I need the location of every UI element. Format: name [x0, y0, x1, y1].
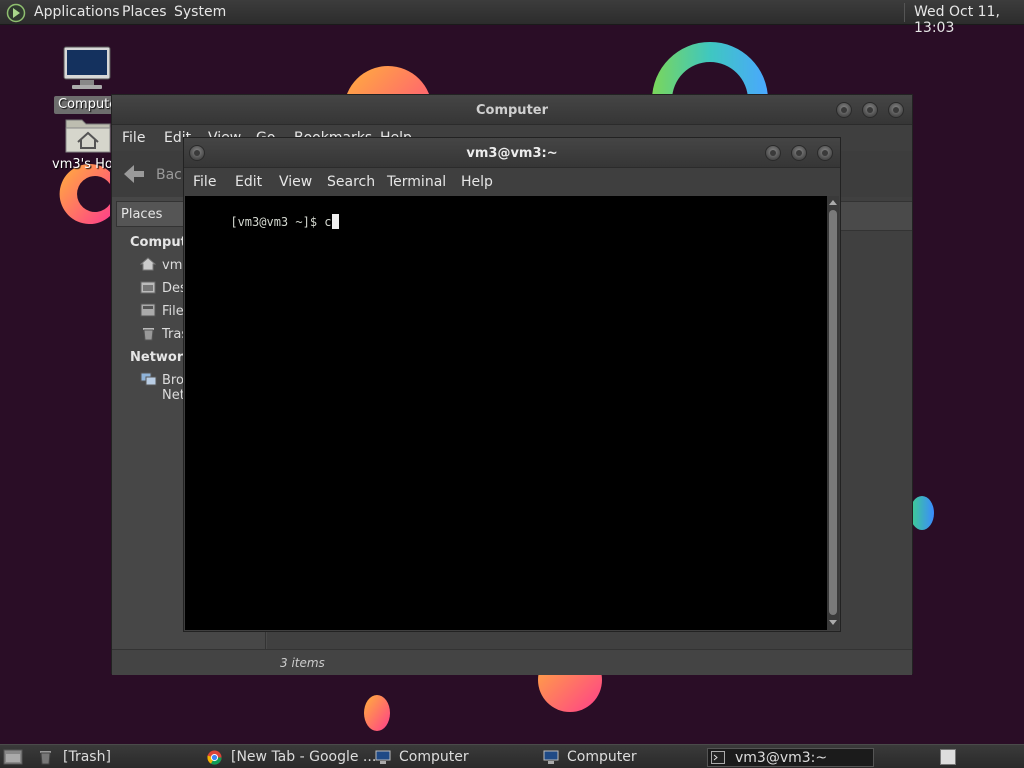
- terminal-line: [vm3@vm3 ~]$ c: [187, 200, 339, 243]
- minimize-button[interactable]: [836, 102, 852, 118]
- taskbar-item-computer-2-label: Computer: [567, 749, 637, 765]
- taskbar-item-trash[interactable]: [Trash]: [36, 748, 196, 767]
- chrome-icon: [207, 750, 222, 765]
- term-menu-terminal[interactable]: Terminal: [387, 174, 446, 190]
- term-menu-edit[interactable]: Edit: [235, 174, 262, 190]
- maximize-button[interactable]: [862, 102, 878, 118]
- terminal-prompt: [vm3@vm3 ~]$: [230, 215, 325, 229]
- taskbar-item-chrome-label: [New Tab - Google ...: [231, 749, 377, 765]
- terminal-menubar: File Edit View Search Terminal Help: [184, 169, 840, 195]
- distro-logo-icon[interactable]: [6, 3, 26, 23]
- taskbar-item-computer-2[interactable]: Computer: [540, 748, 700, 767]
- terminal-title: vm3@vm3:~: [466, 146, 558, 161]
- trash-icon: [40, 751, 51, 765]
- taskbar-item-terminal-label: vm3@vm3:~: [735, 750, 828, 766]
- computer-icon[interactable]: [62, 46, 112, 92]
- close-button[interactable]: [888, 102, 904, 118]
- terminal-screen[interactable]: [vm3@vm3 ~]$ c: [185, 196, 827, 630]
- menu-applications[interactable]: Applications: [34, 4, 120, 20]
- terminal-minimize-button[interactable]: [765, 145, 781, 161]
- desktop-folder-icon: [140, 281, 156, 294]
- terminal-icon: [711, 751, 725, 764]
- workspace-switcher[interactable]: [940, 749, 956, 765]
- fm-statusbar: 3 items: [112, 649, 912, 675]
- back-arrow-icon[interactable]: [122, 163, 146, 185]
- network-icon: [140, 372, 157, 386]
- fm-menu-file[interactable]: File: [122, 130, 145, 146]
- terminal-input-text: c: [324, 215, 332, 229]
- taskbar: [Trash] [New Tab - Google ... Computer C…: [0, 744, 1024, 768]
- file-manager-titlebar[interactable]: Computer: [112, 95, 912, 125]
- computer-icon: [543, 750, 559, 764]
- menu-system[interactable]: System: [174, 4, 226, 20]
- scrollbar-thumb[interactable]: [829, 210, 837, 615]
- term-menu-search[interactable]: Search: [327, 174, 375, 190]
- terminal-close-button[interactable]: [817, 145, 833, 161]
- taskbar-item-computer-1-label: Computer: [399, 749, 469, 765]
- menu-places[interactable]: Places: [122, 4, 167, 20]
- home-folder-icon[interactable]: [64, 112, 112, 154]
- fm-status-text: 3 items: [280, 656, 325, 670]
- terminal-maximize-button[interactable]: [791, 145, 807, 161]
- taskbar-item-trash-label: [Trash]: [63, 749, 111, 765]
- taskbar-item-computer-1[interactable]: Computer: [372, 748, 532, 767]
- file-manager-title: Computer: [475, 103, 549, 118]
- terminal-cursor: [331, 214, 339, 229]
- places-dropdown-label: Places: [121, 207, 163, 222]
- scroll-down-arrow[interactable]: [829, 620, 837, 625]
- show-desktop-icon[interactable]: [3, 748, 23, 766]
- term-menu-view[interactable]: View: [279, 174, 312, 190]
- home-icon: [140, 257, 156, 271]
- clock[interactable]: Wed Oct 11, 13:03: [914, 4, 1024, 36]
- computer-icon: [375, 750, 391, 764]
- term-menu-help[interactable]: Help: [461, 174, 493, 190]
- terminal-window: vm3@vm3:~ File Edit View Search Terminal…: [183, 137, 841, 632]
- trash-icon: [143, 328, 154, 341]
- scroll-up-arrow[interactable]: [829, 200, 837, 205]
- top-panel: Applications Places System Wed Oct 11, 1…: [0, 0, 1024, 36]
- filesystem-icon: [140, 303, 156, 317]
- term-menu-file[interactable]: File: [193, 174, 216, 190]
- terminal-scrollbar[interactable]: [827, 196, 839, 630]
- taskbar-item-chrome[interactable]: [New Tab - Google ...: [204, 748, 376, 767]
- taskbar-item-terminal[interactable]: vm3@vm3:~: [707, 748, 874, 767]
- panel-separator: [904, 3, 905, 22]
- terminal-titlebar[interactable]: vm3@vm3:~: [184, 138, 840, 168]
